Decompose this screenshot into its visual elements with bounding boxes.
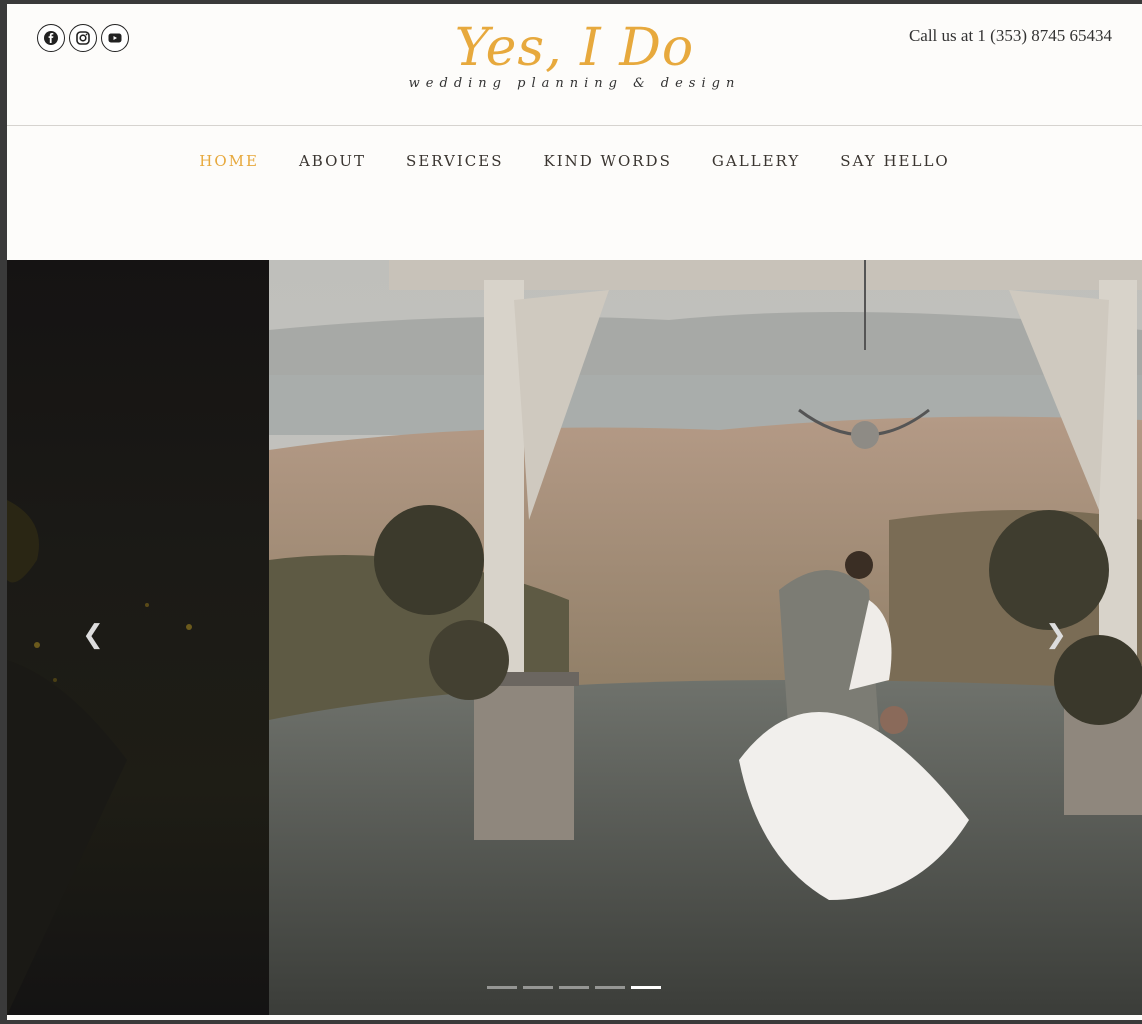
hero-carousel: ❮ ❯ — [7, 260, 1142, 1015]
page-frame: Yes, I Do wedding planning & design Call… — [7, 4, 1142, 1020]
carousel-next-button[interactable]: ❯ — [1041, 620, 1071, 650]
carousel-indicators — [487, 986, 661, 989]
nav-item-say-hello[interactable]: SAY HELLO — [840, 152, 949, 170]
wedding-photo — [269, 260, 1142, 1015]
logo-tagline: wedding planning & design — [408, 76, 741, 91]
phone-number[interactable]: Call us at 1 (353) 8745 65434 — [909, 26, 1112, 46]
carousel-indicator-2[interactable] — [523, 986, 553, 989]
carousel-indicator-3[interactable] — [559, 986, 589, 989]
carousel-indicator-1[interactable] — [487, 986, 517, 989]
nav-item-gallery[interactable]: GALLERY — [712, 152, 800, 170]
carousel-indicator-5[interactable] — [631, 986, 661, 989]
nav-item-kind-words[interactable]: KIND WORDS — [544, 152, 672, 170]
nav-item-home[interactable]: HOME — [199, 152, 259, 170]
previous-slide-preview — [7, 260, 269, 1015]
chevron-right-icon: ❯ — [1045, 620, 1067, 650]
carousel-indicator-4[interactable] — [595, 986, 625, 989]
site-header: Yes, I Do wedding planning & design Call… — [7, 4, 1142, 126]
chevron-left-icon: ❮ — [82, 620, 104, 650]
nav-item-about[interactable]: ABOUT — [299, 152, 366, 170]
nav-item-services[interactable]: SERVICES — [406, 152, 503, 170]
carousel-prev-button[interactable]: ❮ — [78, 620, 108, 650]
main-nav: HOME ABOUT SERVICES KIND WORDS GALLERY S… — [7, 152, 1142, 170]
